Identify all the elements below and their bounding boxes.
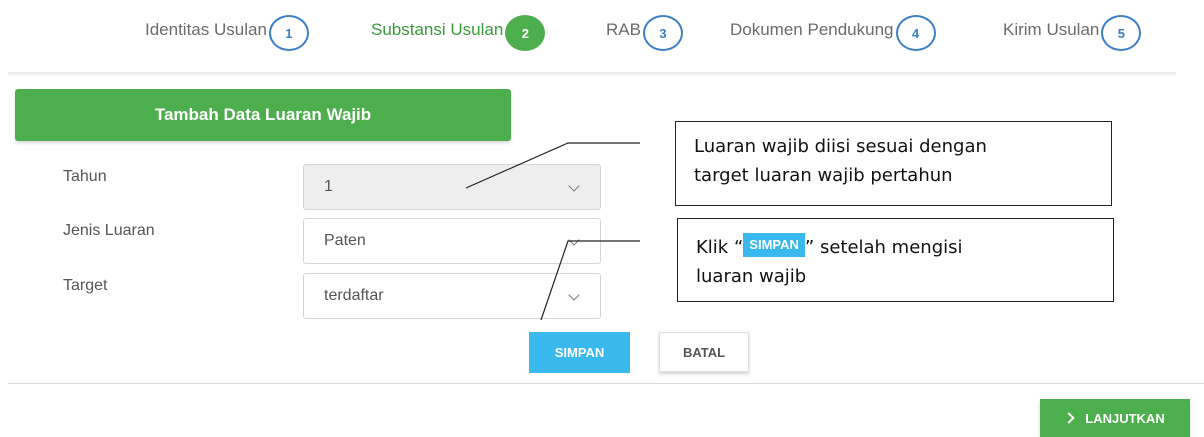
callout1-pointer bbox=[465, 142, 640, 189]
callout-klik-simpan: Klik “SIMPAN” setelah mengisi luaran waj… bbox=[677, 218, 1114, 302]
callout-text-line: luaran wajib bbox=[696, 266, 807, 287]
callout-text: ” setelah mengisi bbox=[804, 237, 963, 258]
callout-luaran-wajib: Luaran wajib diisi sesuai dengan target … bbox=[675, 121, 1112, 206]
callout-text-line: target luaran wajib pertahun bbox=[694, 165, 953, 186]
callout-text-line: Klik “SIMPAN” setelah mengisi bbox=[696, 233, 1095, 262]
simpan-button-illustration: SIMPAN bbox=[743, 233, 805, 257]
callout-text-line: Luaran wajib diisi sesuai dengan bbox=[694, 136, 987, 157]
annotation-lines bbox=[465, 142, 640, 321]
callout2-pointer bbox=[540, 240, 640, 321]
callout-text: Klik “ bbox=[696, 237, 744, 258]
